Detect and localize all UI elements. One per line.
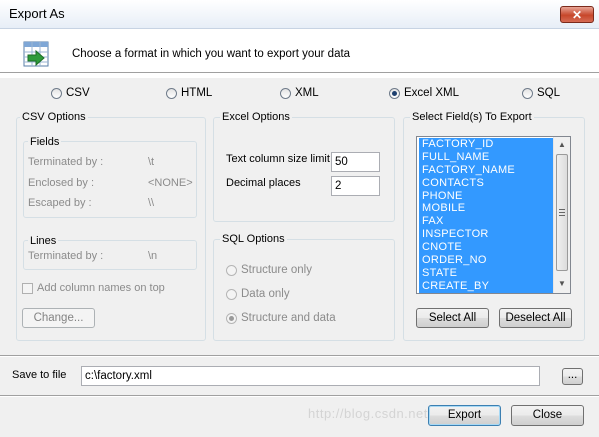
format-radio-xml[interactable]: XML	[280, 87, 319, 99]
text-column-size-label: Text column size limit	[226, 153, 330, 165]
list-item[interactable]: INSPECTOR	[419, 228, 553, 241]
sql-data-only-radio[interactable]: Data only	[226, 288, 290, 300]
select-fields-title: Select Field(s) To Export	[410, 111, 534, 123]
browse-button[interactable]: ...	[562, 368, 583, 385]
format-radio-html[interactable]: HTML	[166, 87, 212, 99]
lines-terminated-label: Terminated by :	[28, 250, 104, 262]
header-divider	[0, 72, 599, 74]
fields-listbox[interactable]: FACTORY_ID FULL_NAME FACTORY_NAME CONTAC…	[416, 136, 571, 294]
format-radio-csv[interactable]: CSV	[51, 87, 90, 99]
close-icon: ✕	[571, 8, 583, 22]
enclosed-label: Enclosed by :	[28, 177, 95, 189]
title-bar[interactable]: Export As ✕	[0, 0, 599, 29]
footer-divider	[0, 395, 599, 397]
window-title: Export As	[9, 6, 65, 21]
sql-structure-and-data-radio[interactable]: Structure and data	[226, 312, 336, 324]
format-radio-excel-xml[interactable]: Excel XML	[389, 87, 459, 99]
radio-circle-selected[interactable]	[226, 312, 237, 324]
scroll-thumb[interactable]	[556, 154, 568, 271]
list-item[interactable]: PHONE	[419, 190, 553, 203]
list-item[interactable]: CREATE_BY	[419, 280, 553, 293]
change-button[interactable]: Change...	[22, 308, 95, 328]
list-item[interactable]: ORDER_NO	[419, 254, 553, 267]
list-item[interactable]: FULL_NAME	[419, 151, 553, 164]
add-column-names-checkbox[interactable]: Add column names on top	[22, 282, 165, 294]
list-item[interactable]: FACTORY_ID	[419, 138, 553, 151]
terminated-value: \t	[148, 156, 155, 168]
radio-circle[interactable]	[166, 87, 177, 99]
radio-circle[interactable]	[522, 87, 533, 99]
excel-options-title: Excel Options	[220, 111, 292, 123]
export-button[interactable]: Export	[428, 405, 501, 426]
list-item[interactable]: FACTORY_NAME	[419, 164, 553, 177]
fields-title: Fields	[28, 136, 62, 148]
dialog-header: Choose a format in which you want to exp…	[0, 29, 599, 78]
list-item[interactable]: MOBILE	[419, 202, 553, 215]
radio-circle[interactable]	[226, 288, 237, 300]
csv-options-title: CSV Options	[20, 111, 88, 123]
close-button[interactable]: Close	[511, 405, 584, 426]
sql-structure-only-radio[interactable]: Structure only	[226, 264, 312, 276]
save-divider	[0, 355, 599, 357]
radio-circle[interactable]	[280, 87, 291, 99]
escaped-value: \\	[148, 197, 155, 209]
scroll-up-icon[interactable]: ▲	[554, 137, 570, 153]
radio-circle-selected[interactable]	[389, 87, 400, 99]
save-to-file-label: Save to file	[12, 369, 67, 381]
fields-scrollbar[interactable]: ▲ ▼	[553, 137, 570, 293]
save-path-input[interactable]	[81, 366, 540, 386]
lines-terminated-value: \n	[148, 250, 158, 262]
export-prompt: Choose a format in which you want to exp…	[72, 48, 351, 60]
sql-options-title: SQL Options	[220, 233, 287, 245]
format-radio-sql[interactable]: SQL	[522, 87, 560, 99]
fields-list: FACTORY_ID FULL_NAME FACTORY_NAME CONTAC…	[419, 138, 553, 293]
select-all-button[interactable]: Select All	[416, 308, 489, 328]
checkbox-box[interactable]	[22, 282, 33, 294]
scroll-down-icon[interactable]: ▼	[554, 276, 570, 292]
list-item[interactable]: CNOTE	[419, 241, 553, 254]
list-item[interactable]: STATE	[419, 267, 553, 280]
list-item[interactable]: FAX	[419, 215, 553, 228]
text-column-size-input[interactable]	[331, 152, 380, 172]
enclosed-value: <NONE>	[148, 177, 193, 189]
deselect-all-button[interactable]: Deselect All	[499, 308, 572, 328]
radio-circle[interactable]	[51, 87, 62, 99]
escaped-label: Escaped by :	[28, 197, 92, 209]
decimal-places-label: Decimal places	[226, 177, 301, 189]
radio-circle[interactable]	[226, 264, 237, 276]
decimal-places-input[interactable]	[331, 176, 380, 196]
spreadsheet-export-icon	[23, 41, 49, 67]
list-item[interactable]: CONTACTS	[419, 177, 553, 190]
grip-icon	[559, 209, 565, 216]
lines-title: Lines	[28, 235, 59, 247]
close-window-button[interactable]: ✕	[560, 6, 594, 23]
terminated-label: Terminated by :	[28, 156, 104, 168]
